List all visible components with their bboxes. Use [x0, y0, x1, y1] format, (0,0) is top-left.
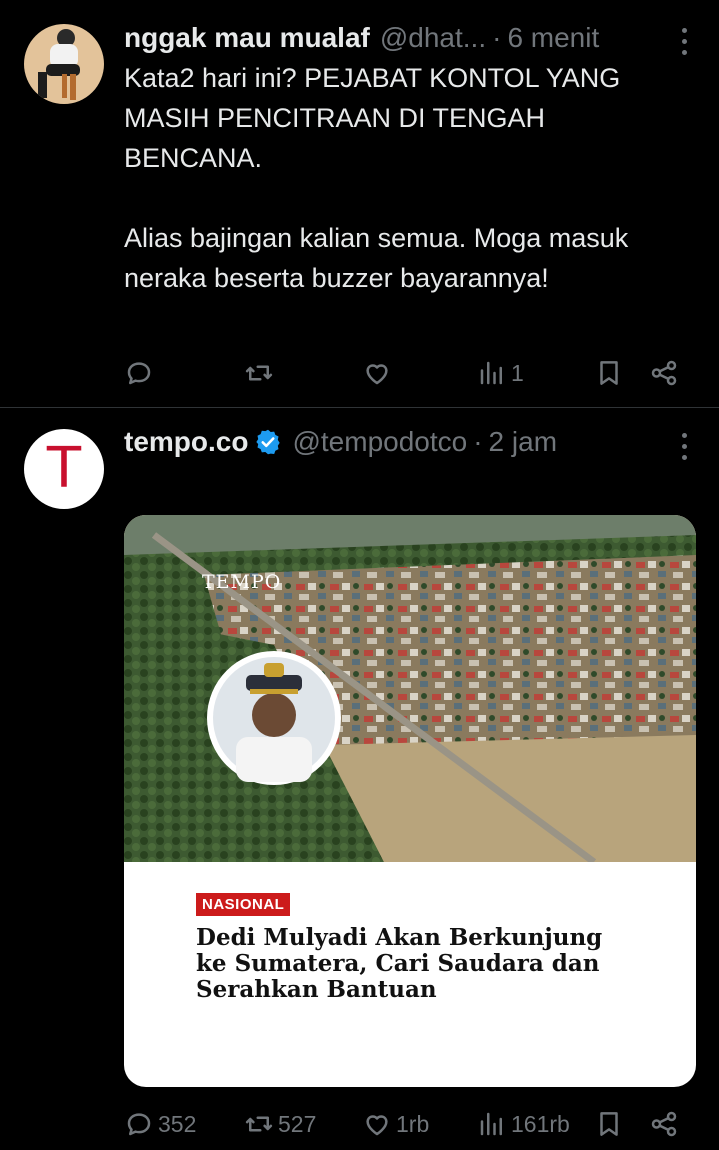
- like-icon: [366, 364, 388, 385]
- avatar[interactable]: T: [24, 429, 104, 509]
- views-icon: [480, 361, 502, 385]
- repost-icon: [245, 1116, 273, 1132]
- more-icon[interactable]: [679, 433, 689, 460]
- views-button[interactable]: 1: [477, 353, 524, 393]
- card-headline: Dedi Mulyadi Akan Berkunjung ke Sumatera…: [196, 924, 603, 1003]
- views-icon: [480, 1112, 502, 1136]
- reply-count: 352: [158, 1110, 197, 1137]
- like-button[interactable]: 1rb: [362, 1104, 429, 1144]
- separator-dot: ·: [492, 22, 502, 53]
- card-image: [124, 515, 696, 862]
- tweet-header: tempo.co @tempodotco · 2 jam: [124, 425, 557, 459]
- verified-icon: [256, 429, 281, 455]
- share-icon: [651, 360, 677, 386]
- views-count: 1: [511, 359, 524, 386]
- like-icon: [366, 1115, 388, 1136]
- reply-button[interactable]: [124, 353, 158, 393]
- bookmark-button[interactable]: [594, 1104, 624, 1144]
- reply-icon: [127, 362, 151, 385]
- avatar-image: [24, 24, 104, 104]
- display-name[interactable]: nggak mau mualaf: [124, 21, 370, 55]
- category-badge: NASIONAL: [196, 893, 291, 916]
- tweet-text: Kata2 hari ini? PEJABAT KONTOL YANG MASI…: [124, 63, 629, 293]
- bookmark-button[interactable]: [594, 353, 624, 393]
- tweet-header: nggak mau mualaf @dhat... · 6 menit: [124, 21, 599, 55]
- repost-button[interactable]: 527: [244, 1104, 316, 1144]
- handle[interactable]: @tempodotco: [292, 425, 467, 459]
- like-button[interactable]: [362, 353, 396, 393]
- timestamp[interactable]: 6 menit: [507, 21, 599, 55]
- timestamp[interactable]: 2 jam: [489, 425, 557, 459]
- reply-icon: [127, 1113, 151, 1136]
- card-watermark: TEMPO: [202, 571, 282, 593]
- more-icon[interactable]: [679, 28, 689, 55]
- repost-count: 527: [278, 1110, 317, 1137]
- repost-button[interactable]: [244, 353, 278, 393]
- display-name[interactable]: tempo.co: [124, 425, 248, 459]
- like-count: 1rb: [396, 1110, 430, 1137]
- bookmark-icon: [600, 1112, 618, 1136]
- bookmark-icon: [600, 361, 618, 385]
- share-icon: [651, 1111, 677, 1137]
- link-card[interactable]: TEMPO NASIONAL Dedi Mulyadi Akan Berkunj…: [124, 515, 696, 1087]
- action-bar: 352 527 1rb 161rb: [124, 1104, 684, 1144]
- tweet-1[interactable]: nggak mau mualaf @dhat... · 6 menit Kata…: [0, 0, 719, 407]
- reply-button[interactable]: 352: [124, 1104, 196, 1144]
- share-button[interactable]: [649, 353, 679, 393]
- separator-dot: ·: [473, 426, 483, 457]
- avatar[interactable]: [24, 24, 104, 104]
- handle[interactable]: @dhat...: [380, 21, 486, 55]
- share-button[interactable]: [649, 1104, 679, 1144]
- avatar-letter: T: [46, 436, 82, 501]
- views-button[interactable]: 161rb: [477, 1104, 570, 1144]
- action-bar: 1: [124, 353, 684, 393]
- repost-icon: [245, 365, 273, 381]
- views-count: 161rb: [511, 1110, 570, 1137]
